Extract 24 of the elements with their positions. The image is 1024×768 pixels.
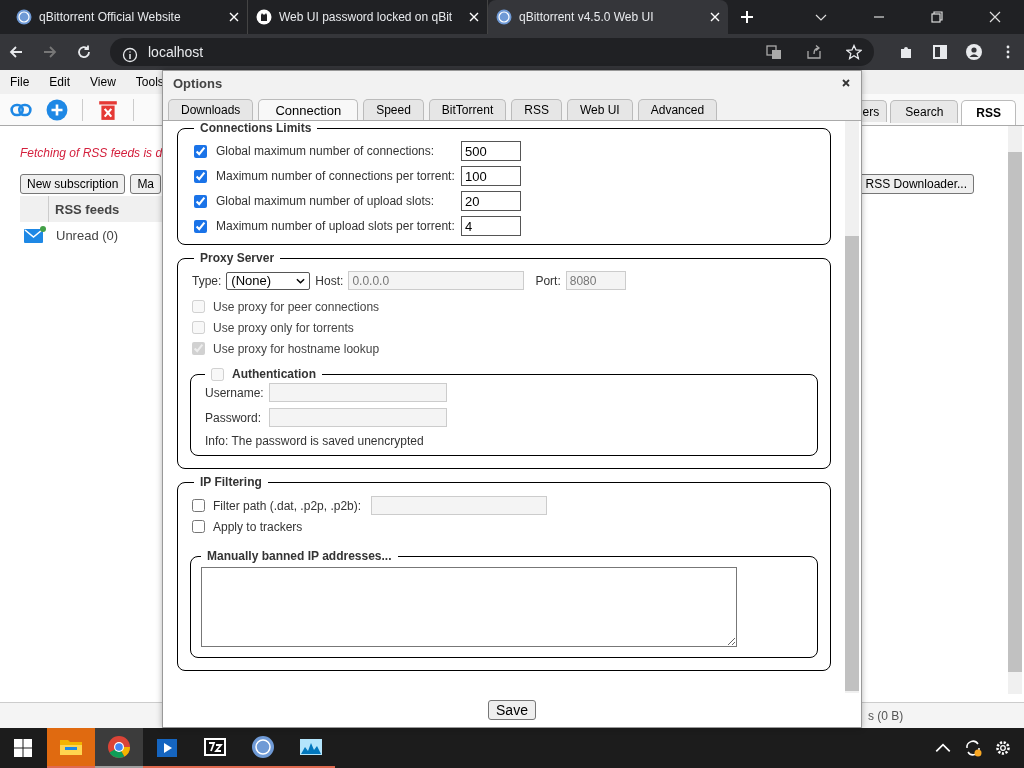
field-label: Username: [205, 385, 265, 400]
notice-text: Fetching of RSS feeds is d [20, 146, 163, 160]
checkbox-label: Use proxy for peer connections [213, 299, 380, 314]
checkbox-label: Use proxy for hostname lookup [213, 341, 380, 356]
field-label: Port: [535, 273, 561, 288]
field-label: Host: [315, 273, 344, 288]
field-label: Global maximum number of connections: [216, 144, 436, 158]
dialog-title: Options [173, 75, 224, 91]
field-label: Maximum number of connections per torrent: [216, 169, 456, 183]
checkbox-label: Filter path (.dat, .p2p, .p2b): [213, 498, 362, 513]
field-label: Maximum number of upload slots per torrent: [216, 219, 456, 233]
info-text: Info: The password is saved unencrypted [205, 433, 425, 449]
checkbox-label: Use proxy only for torrents [213, 320, 354, 335]
column-header: RSS feeds [55, 201, 120, 217]
group-legend: IP Filtering [194, 475, 268, 489]
group-legend: Authentication [232, 367, 316, 381]
group-legend: Proxy Server [194, 251, 281, 265]
status-text: s (0 B) [868, 708, 904, 723]
group-legend: Manually banned IP addresses... [201, 549, 398, 563]
field-label: Password: [205, 410, 263, 425]
group-legend: Connections Limits [194, 121, 318, 135]
checkbox-label: Apply to trackers [213, 519, 303, 534]
field-label: Type: [192, 273, 222, 288]
field-label: Global maximum number of upload slots: [216, 194, 436, 208]
